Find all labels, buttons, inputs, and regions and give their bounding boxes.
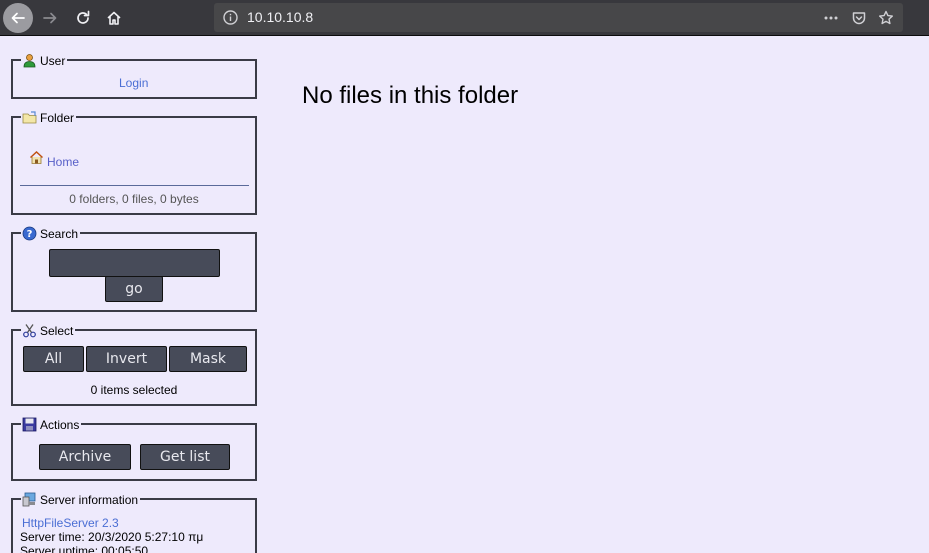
folder-panel-legend: Folder [21,109,77,125]
actions-panel-title: Actions [40,418,80,432]
folder-divider [20,185,249,186]
select-all-button[interactable]: All [23,346,84,372]
folder-icon [22,111,37,124]
arrow-right-icon [43,12,57,24]
search-panel-legend: ? Search [21,225,81,241]
empty-folder-message: No files in this folder [302,82,519,109]
invert-selection-button[interactable]: Invert [86,346,167,372]
user-panel-title: User [40,54,66,68]
server-time: Server time: 20/3/2020 5:27:10 πμ [20,530,204,544]
selection-status: 0 items selected [90,383,178,397]
search-panel-title: Search [40,227,79,241]
bookmark-button[interactable] [876,8,896,28]
computer-icon [22,492,36,507]
help-icon: ? [22,226,37,241]
select-panel-legend: Select [21,322,76,338]
server-panel-legend: Server information [21,491,141,507]
svg-text:?: ? [27,229,33,240]
arrow-left-icon [11,12,25,24]
page-actions-button[interactable] [821,8,841,28]
user-panel-legend: User [21,52,68,68]
folder-summary: 0 folders, 0 files, 0 bytes [69,192,199,206]
home-folder-icon [29,150,44,164]
select-panel-title: Select [40,324,74,338]
server-panel-title: Server information [40,493,139,507]
back-button[interactable] [3,3,33,33]
login-link[interactable]: Login [119,76,148,90]
search-input[interactable] [49,249,220,277]
browser-toolbar: 10.10.10.8 [0,0,929,36]
get-list-button[interactable]: Get list [140,444,230,470]
info-icon[interactable] [222,9,239,26]
more-horizontal-icon [824,16,838,20]
actions-panel: Actions Archive Get list [11,416,257,481]
actions-panel-legend: Actions [21,416,82,432]
home-icon [107,11,121,25]
reload-button[interactable] [69,4,97,32]
home-button[interactable] [100,4,128,32]
pocket-button[interactable] [849,8,869,28]
mask-button[interactable]: Mask [169,346,247,372]
search-panel: ? Search go [11,225,257,312]
folder-panel: Folder Home 0 folders, 0 files, 0 bytes [11,109,257,215]
pocket-icon [852,12,866,25]
hfs-version-link[interactable]: HttpFileServer 2.3 [22,516,119,530]
server-info-panel: Server information HttpFileServer 2.3 Se… [11,491,257,553]
folder-panel-title: Folder [40,111,75,125]
forward-button[interactable] [36,4,64,32]
home-link[interactable]: Home [47,155,79,169]
select-panel: Select All Invert Mask 0 items selected [11,322,257,406]
address-bar[interactable]: 10.10.10.8 [214,3,903,32]
url-text[interactable]: 10.10.10.8 [247,9,313,25]
user-icon [23,54,36,68]
user-panel: User Login [11,52,257,99]
floppy-disk-icon [22,417,37,432]
server-uptime: Server uptime: 00:05:50 [20,544,149,553]
reload-icon [77,10,90,24]
go-button[interactable]: go [105,276,163,302]
archive-button[interactable]: Archive [39,444,131,470]
scissors-icon [23,324,36,338]
star-icon [879,10,893,25]
